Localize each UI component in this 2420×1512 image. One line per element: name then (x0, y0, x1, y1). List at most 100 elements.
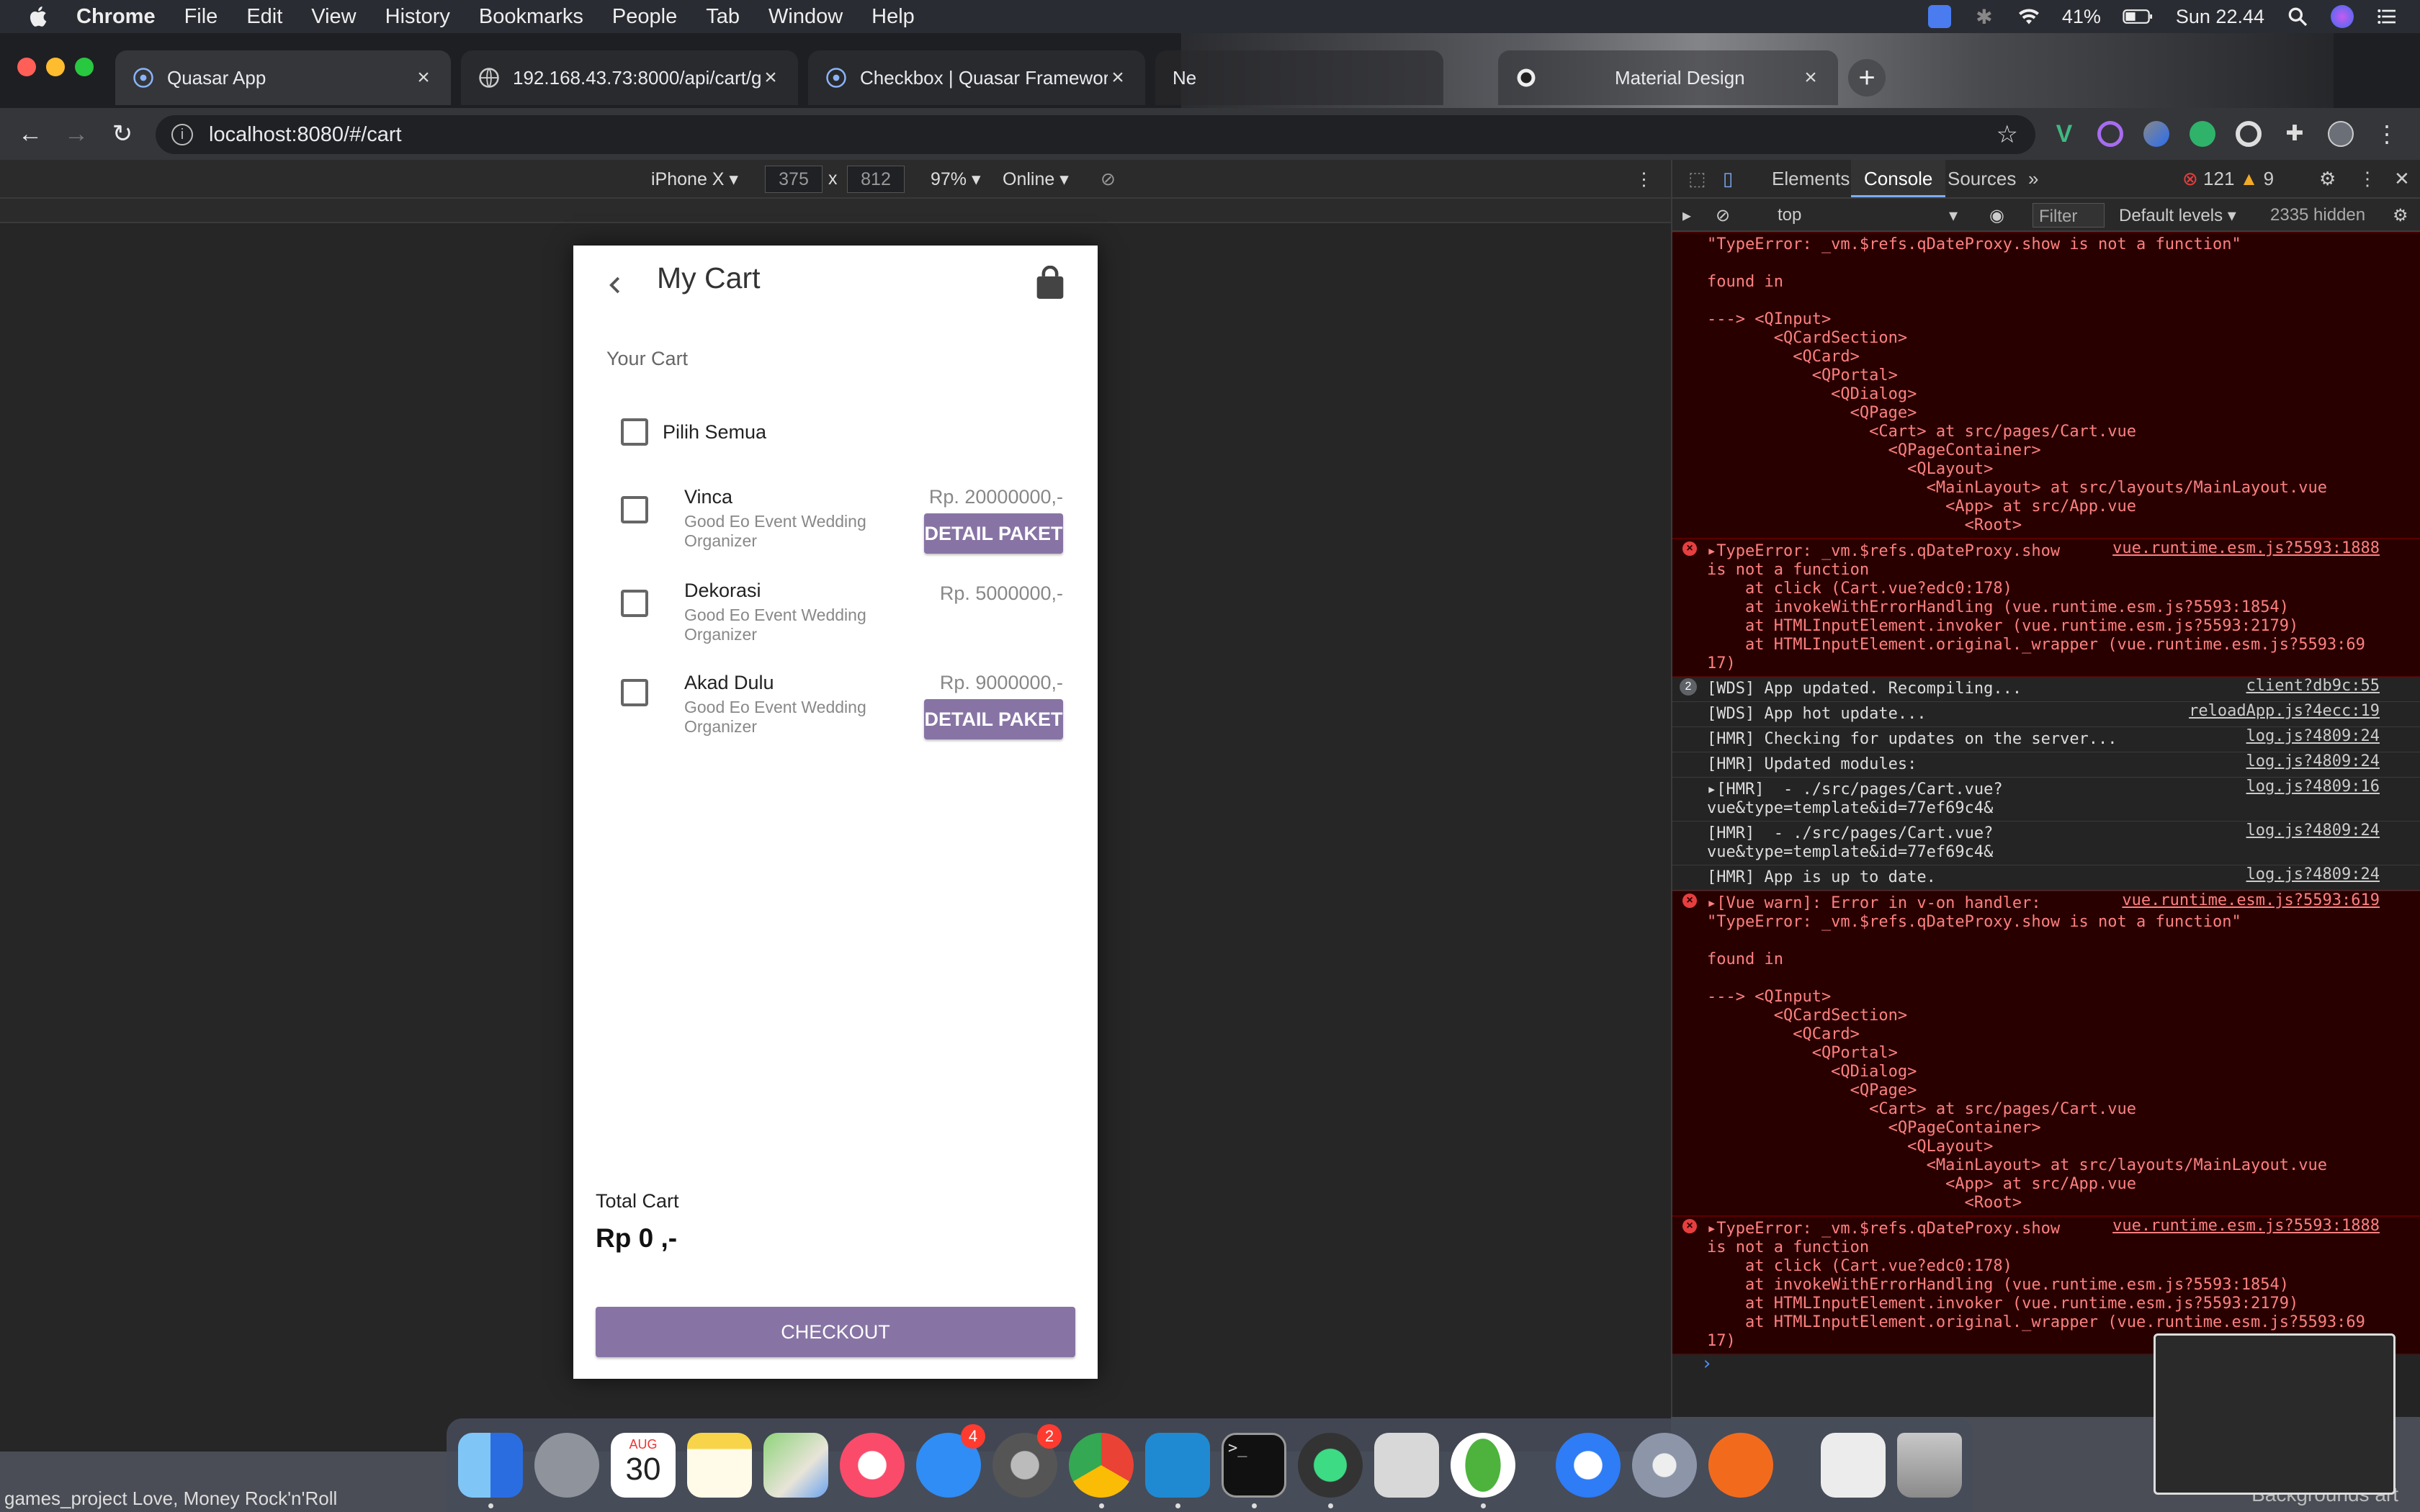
spotlight-search-icon[interactable] (2286, 5, 2309, 28)
console-log-message[interactable]: 2 [WDS] App updated. Recompiling... client… (1672, 677, 2420, 702)
reload-icon[interactable]: ↻ (107, 118, 138, 150)
close-devtools-icon[interactable]: ✕ (2381, 160, 2420, 197)
device-height-input[interactable]: 812 (847, 166, 905, 193)
menu-edit[interactable]: Edit (246, 5, 282, 29)
console-log-message[interactable]: [WDS] App hot update... reloadApp.js?4ecc… (1672, 702, 2420, 727)
maps-icon[interactable] (763, 1433, 828, 1498)
console-log-message[interactable]: [HMR] - ./src/pages/Cart.vue? vue&type=te… (1672, 822, 2420, 865)
console-source-link[interactable]: log.js?4809:24 (2246, 752, 2380, 771)
teamviewer-status-icon[interactable] (1927, 5, 1951, 28)
console-source-link[interactable]: reloadApp.js?4ecc:19 (2189, 702, 2380, 721)
extensions-puzzle-icon[interactable]: ✚ (2282, 121, 2308, 147)
tab-ne[interactable]: Ne (1155, 50, 1443, 105)
close-window-button[interactable] (17, 58, 36, 76)
menu-history[interactable]: History (385, 5, 450, 29)
terminal-icon[interactable]: >_ (1222, 1433, 1286, 1498)
new-tab-button[interactable]: + (1848, 59, 1886, 96)
back-arrow-icon[interactable]: ← (14, 118, 46, 150)
notification-center-icon[interactable] (2375, 5, 2398, 28)
address-bar[interactable]: i localhost:8080/#/cart ☆ (156, 115, 2035, 154)
detail-paket-button[interactable]: DETAIL PAKET (924, 699, 1063, 739)
console-source-link[interactable]: client?db9c:55 (2246, 677, 2380, 696)
extension-pen-icon[interactable] (2143, 121, 2169, 147)
preview-image-icon[interactable] (1821, 1433, 1886, 1498)
menu-file[interactable]: File (184, 5, 218, 29)
filter-input[interactable]: Filter (2033, 203, 2105, 228)
tab-checkbox-quasar[interactable]: Checkbox | Quasar Framework × (808, 50, 1145, 105)
zoom-select[interactable]: 97% ▾ (931, 168, 981, 190)
apple-icon[interactable] (26, 4, 52, 30)
item-checkbox[interactable] (621, 496, 648, 523)
minimize-window-button[interactable] (46, 58, 65, 76)
console-error-message[interactable]: "TypeError: _vm.$refs.qDateProxy.show is… (1672, 232, 2420, 539)
forward-arrow-icon[interactable]: → (60, 118, 92, 150)
console-source-link[interactable]: log.js?4809:24 (2246, 822, 2380, 840)
extension-circle-icon[interactable] (2236, 121, 2262, 147)
vscode-icon[interactable] (1145, 1433, 1210, 1498)
address-url[interactable]: localhost:8080/#/cart (209, 123, 402, 147)
menu-window[interactable]: Window (768, 5, 843, 29)
tab-close-icon[interactable]: × (1108, 66, 1128, 90)
console-log-message[interactable]: [HMR] App is up to date. log.js?4809:24 (1672, 865, 2420, 891)
bluetooth-icon[interactable]: ✱ (1973, 5, 1996, 28)
mongodb-compass-icon[interactable] (1451, 1433, 1515, 1498)
console-source-link[interactable]: log.js?4809:24 (2246, 727, 2380, 746)
console-source-link[interactable]: vue.runtime.esm.js?5593:1888 (2112, 1217, 2380, 1236)
tab-close-icon[interactable]: × (413, 66, 434, 90)
screenshot-icon[interactable] (1374, 1433, 1439, 1498)
tab-elements[interactable]: Elements (1759, 160, 1863, 197)
sketch-icon[interactable] (1708, 1433, 1773, 1498)
vue-devtools-extension-icon[interactable]: V (2051, 121, 2077, 147)
device-width-input[interactable]: 375 (765, 166, 823, 193)
bookmark-star-icon[interactable]: ☆ (1996, 120, 2018, 149)
calendar-icon[interactable]: AUG 30 (611, 1433, 676, 1498)
console-error-message[interactable]: × ▸TypeError: _vm.$refs.qDateProxy.show is… (1672, 539, 2420, 677)
clear-console-icon[interactable]: ⊘ (1716, 205, 1730, 226)
log-levels-select[interactable]: Default levels ▾ (2119, 205, 2236, 226)
menu-tab[interactable]: Tab (706, 5, 740, 29)
back-chevron-icon[interactable] (605, 274, 627, 296)
shopping-bag-icon[interactable] (1034, 266, 1066, 300)
menu-help[interactable]: Help (871, 5, 915, 29)
select-all-label[interactable]: Pilih Semua (663, 421, 766, 444)
console-source-link[interactable]: vue.runtime.esm.js?5593:619 (2122, 891, 2380, 910)
item-checkbox[interactable] (621, 679, 648, 706)
live-expression-eye-icon[interactable]: ◉ (1989, 205, 2004, 226)
menu-people[interactable]: People (612, 5, 677, 29)
wifi-icon[interactable] (2017, 5, 2040, 28)
network-select[interactable]: Online ▾ (1003, 168, 1069, 190)
menu-view[interactable]: View (311, 5, 356, 29)
error-count[interactable]: ⊗ 121 ▲ 9 (2169, 160, 2287, 197)
sidebar-toggle-icon[interactable]: ▸ (1682, 205, 1691, 226)
console-log-message[interactable]: ▸[HMR] - ./src/pages/Cart.vue? vue&type=t… (1672, 778, 2420, 822)
trash-icon[interactable] (1897, 1433, 1962, 1498)
siri-icon[interactable] (2331, 5, 2354, 28)
more-tabs-icon[interactable]: » (2015, 160, 2051, 197)
checkout-button[interactable]: CHECKOUT (596, 1307, 1075, 1357)
settings-gear-icon[interactable]: ⚙ (2306, 160, 2349, 197)
android-studio-icon[interactable] (1298, 1433, 1363, 1498)
extension-purple-icon[interactable] (2097, 121, 2123, 147)
device-toolbar-menu-icon[interactable]: ⋮ (1635, 168, 1653, 190)
zoom-window-button[interactable] (75, 58, 94, 76)
select-all-checkbox[interactable] (621, 418, 648, 446)
console-source-link[interactable]: vue.runtime.esm.js?5593:1888 (2112, 539, 2380, 558)
chrome-icon[interactable] (1069, 1433, 1134, 1498)
finder-icon[interactable] (458, 1433, 523, 1498)
rotate-icon[interactable]: ⊘ (1101, 168, 1116, 190)
battery-icon[interactable] (2123, 5, 2154, 28)
tab-close-icon[interactable]: × (1801, 66, 1821, 90)
screenshot-thumbnail[interactable] (2154, 1333, 2396, 1495)
console-source-link[interactable]: log.js?4809:16 (2246, 778, 2380, 796)
extension-off-icon[interactable] (2190, 121, 2215, 147)
console-source-link[interactable]: log.js?4809:24 (2246, 865, 2380, 884)
device-select[interactable]: iPhone X ▾ (651, 168, 738, 190)
console-error-message[interactable]: × ▸[Vue warn]: Error in v-on handler: "Typ… (1672, 891, 2420, 1216)
notes-icon[interactable] (687, 1433, 752, 1498)
launchpad-icon[interactable] (534, 1433, 599, 1498)
tab-quasar-app[interactable]: Quasar App × (115, 50, 451, 105)
menubar-clock[interactable]: Sun 22.44 (2176, 6, 2264, 28)
item-checkbox[interactable] (621, 590, 648, 617)
console-log-message[interactable]: [HMR] Updated modules: log.js?4809:24 (1672, 752, 2420, 778)
menu-app-name[interactable]: Chrome (76, 5, 156, 29)
